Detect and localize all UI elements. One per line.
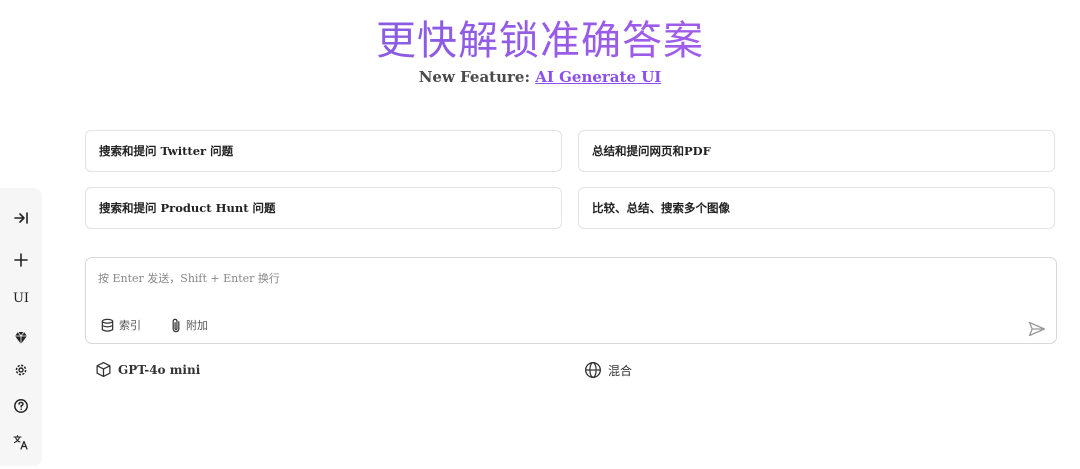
translate-icon — [13, 434, 28, 450]
feature-announcement-prefix: New Feature: — [418, 68, 536, 86]
mode-label: 混合 — [608, 363, 633, 378]
help-icon — [14, 399, 28, 413]
plus-icon — [14, 253, 28, 267]
page: 更快解锁准确答案 New Feature: AI Generate UI UI — [0, 0, 1080, 469]
collapse-right-icon — [14, 212, 28, 224]
suggestion-bold: Twitter — [160, 144, 207, 158]
suggestion-prefix: 搜索和提问 — [99, 201, 161, 215]
translate-button[interactable] — [0, 429, 42, 455]
premium-button[interactable] — [0, 325, 42, 351]
attach-button[interactable]: 附加 — [170, 317, 208, 333]
search-mode-selector[interactable]: 混合 — [584, 361, 632, 379]
suggestion-card-pdf[interactable]: 总结和提问网页和PDF — [578, 130, 1055, 172]
suggestion-prefix: 总结和提问网页和 — [592, 144, 684, 158]
paperclip-icon — [172, 318, 180, 332]
feature-announcement: New Feature: AI Generate UI — [0, 68, 1080, 86]
suggestion-prefix: 搜索和提问 — [99, 144, 161, 158]
suggestion-text: 总结和提问网页和PDF — [592, 143, 711, 159]
gear-icon — [15, 364, 27, 376]
model-label: GPT-4o mini — [118, 362, 201, 377]
suggestion-text: 搜索和提问 Product Hunt 问题 — [99, 200, 276, 216]
suggestion-text: 搜索和提问 Twitter 问题 — [99, 143, 233, 159]
suggestion-suffix: 问题 — [248, 201, 276, 215]
new-chat-button[interactable] — [0, 247, 42, 273]
suggestion-bold: Product Hunt — [160, 201, 249, 215]
model-selector[interactable]: GPT-4o mini — [95, 361, 200, 378]
collapse-sidebar-button[interactable] — [0, 205, 42, 231]
left-rail: UI — [0, 188, 42, 466]
help-button[interactable] — [0, 393, 42, 419]
send-icon — [1028, 321, 1046, 337]
suggestion-bold: PDF — [684, 144, 711, 158]
globe-icon — [585, 362, 601, 378]
message-composer: 索引 附加 — [85, 257, 1057, 344]
gem-icon — [15, 331, 27, 344]
index-label: 索引 — [119, 319, 141, 332]
send-button[interactable] — [1026, 318, 1048, 340]
suggestion-prefix: 比较、总结、搜索多个图像 — [592, 201, 730, 215]
suggestion-card-twitter[interactable]: 搜索和提问 Twitter 问题 — [85, 130, 562, 172]
page-title: 更快解锁准确答案 — [0, 8, 1080, 66]
database-icon — [101, 318, 114, 332]
ai-generate-ui-link[interactable]: AI Generate UI — [535, 68, 661, 86]
index-button[interactable]: 索引 — [100, 317, 141, 333]
suggestion-card-product-hunt[interactable]: 搜索和提问 Product Hunt 问题 — [85, 187, 562, 229]
suggestion-card-images[interactable]: 比较、总结、搜索多个图像 — [578, 187, 1055, 229]
settings-button[interactable] — [0, 357, 42, 383]
attach-label: 附加 — [186, 319, 208, 332]
suggestion-suffix: 问题 — [206, 144, 234, 158]
ui-generate-button[interactable]: UI — [0, 285, 42, 311]
message-input[interactable] — [98, 270, 998, 294]
suggestion-text: 比较、总结、搜索多个图像 — [592, 200, 730, 216]
cube-icon — [96, 361, 111, 378]
